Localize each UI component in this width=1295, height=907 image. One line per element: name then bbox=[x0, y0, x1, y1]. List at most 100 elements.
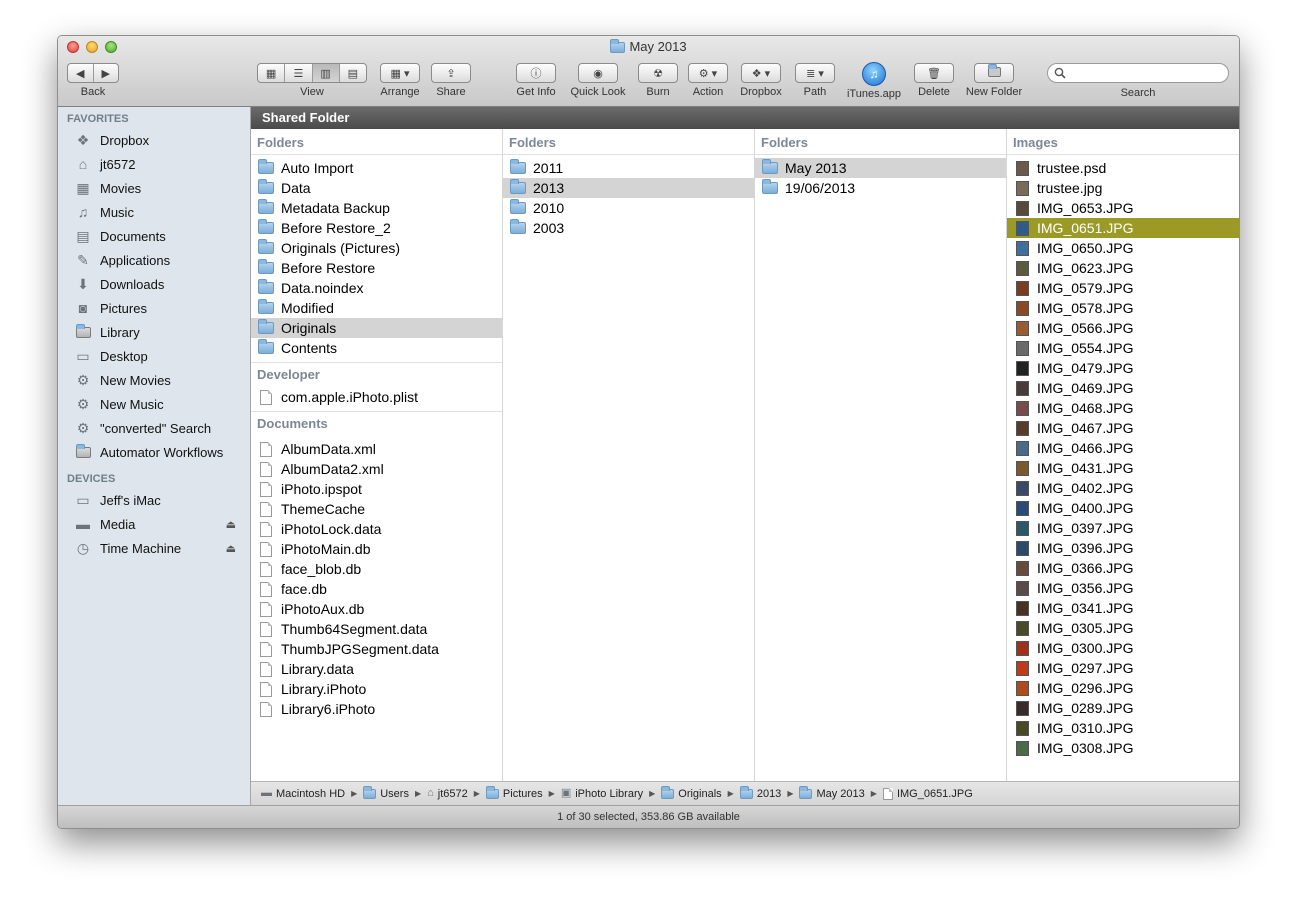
file-row[interactable]: iPhoto.ipspot bbox=[251, 479, 502, 499]
sidebar-item[interactable]: ◷ Time Machine ⏏ bbox=[58, 536, 250, 560]
file-row[interactable]: IMG_0396.JPG bbox=[1007, 538, 1239, 558]
file-row[interactable]: IMG_0305.JPG bbox=[1007, 618, 1239, 638]
column-2[interactable]: Folders 2011 2013 2010 2003 bbox=[503, 129, 755, 781]
sidebar-item[interactable]: Automator Workflows bbox=[58, 440, 250, 464]
file-row[interactable]: face.db bbox=[251, 579, 502, 599]
dropbox-button[interactable]: ❖ ▾ bbox=[741, 63, 781, 83]
file-row[interactable]: iPhotoMain.db bbox=[251, 539, 502, 559]
path-segment[interactable]: ⌂ jt6572 bbox=[427, 788, 468, 800]
file-row[interactable]: IMG_0402.JPG bbox=[1007, 478, 1239, 498]
icon-view-button[interactable]: ▦ bbox=[258, 64, 286, 82]
file-row[interactable]: IMG_0400.JPG bbox=[1007, 498, 1239, 518]
file-row[interactable]: ThemeCache bbox=[251, 499, 502, 519]
file-row[interactable]: IMG_0366.JPG bbox=[1007, 558, 1239, 578]
file-row[interactable]: IMG_0466.JPG bbox=[1007, 438, 1239, 458]
burn-button[interactable]: ☢ bbox=[638, 63, 678, 83]
action-button[interactable]: ⚙ ▾ bbox=[688, 63, 728, 83]
sidebar-item[interactable]: ⚙ New Movies bbox=[58, 368, 250, 392]
path-segment[interactable]: 2013 bbox=[739, 785, 781, 800]
folder-row[interactable]: Before Restore_2 bbox=[251, 218, 502, 238]
file-row[interactable]: IMG_0356.JPG bbox=[1007, 578, 1239, 598]
search-input[interactable] bbox=[1070, 66, 1224, 82]
sidebar-item[interactable]: ⬇ Downloads bbox=[58, 272, 250, 296]
folder-row[interactable]: Originals (Pictures) bbox=[251, 238, 502, 258]
file-row[interactable]: IMG_0554.JPG bbox=[1007, 338, 1239, 358]
get-info-button[interactable]: ⓘ bbox=[516, 63, 556, 83]
sidebar-item[interactable]: ▭ Jeff's iMac bbox=[58, 488, 250, 512]
file-row[interactable]: Library6.iPhoto bbox=[251, 699, 502, 719]
file-row[interactable]: IMG_0468.JPG bbox=[1007, 398, 1239, 418]
file-row[interactable]: AlbumData2.xml bbox=[251, 459, 502, 479]
column-3[interactable]: Folders May 2013 19/06/2013 bbox=[755, 129, 1007, 781]
folder-row[interactable]: 2011 bbox=[503, 158, 754, 178]
sidebar-item[interactable]: ▭ Desktop bbox=[58, 344, 250, 368]
file-row[interactable]: IMG_0579.JPG bbox=[1007, 278, 1239, 298]
file-row[interactable]: IMG_0310.JPG bbox=[1007, 718, 1239, 738]
share-button[interactable]: ⇪ bbox=[431, 63, 471, 83]
new-folder-button[interactable] bbox=[974, 63, 1014, 83]
back-button[interactable]: ◀ bbox=[68, 64, 94, 82]
file-row[interactable]: IMG_0308.JPG bbox=[1007, 738, 1239, 758]
folder-row[interactable]: Data.noindex bbox=[251, 278, 502, 298]
quick-look-button[interactable]: ◉ bbox=[578, 63, 618, 83]
path-segment[interactable]: ▣ iPhoto Library bbox=[561, 788, 643, 800]
file-row[interactable]: IMG_0566.JPG bbox=[1007, 318, 1239, 338]
file-row[interactable]: IMG_0297.JPG bbox=[1007, 658, 1239, 678]
folder-row[interactable]: Data bbox=[251, 178, 502, 198]
file-row[interactable]: IMG_0296.JPG bbox=[1007, 678, 1239, 698]
file-row[interactable]: face_blob.db bbox=[251, 559, 502, 579]
file-row[interactable]: IMG_0397.JPG bbox=[1007, 518, 1239, 538]
sidebar-item[interactable]: ♫ Music bbox=[58, 200, 250, 224]
folder-row[interactable]: Before Restore bbox=[251, 258, 502, 278]
folder-row[interactable]: 19/06/2013 bbox=[755, 178, 1006, 198]
file-row[interactable]: IMG_0623.JPG bbox=[1007, 258, 1239, 278]
file-row[interactable]: IMG_0653.JPG bbox=[1007, 198, 1239, 218]
folder-row[interactable]: Modified bbox=[251, 298, 502, 318]
file-row[interactable]: com.apple.iPhoto.plist bbox=[251, 387, 502, 407]
folder-row[interactable]: Originals bbox=[251, 318, 502, 338]
delete-button[interactable]: 🗑 bbox=[914, 63, 954, 83]
sidebar-item[interactable]: Library bbox=[58, 320, 250, 344]
folder-row[interactable]: Contents bbox=[251, 338, 502, 358]
folder-row[interactable]: 2003 bbox=[503, 218, 754, 238]
file-row[interactable]: IMG_0300.JPG bbox=[1007, 638, 1239, 658]
file-row[interactable]: IMG_0289.JPG bbox=[1007, 698, 1239, 718]
sidebar-item[interactable]: ❖ Dropbox bbox=[58, 128, 250, 152]
path-segment[interactable]: Users bbox=[363, 785, 409, 800]
file-row[interactable]: IMG_0650.JPG bbox=[1007, 238, 1239, 258]
column-4[interactable]: Images trustee.psd trustee.jpg IMG_0653.JP… bbox=[1007, 129, 1239, 781]
folder-row[interactable]: May 2013 bbox=[755, 158, 1006, 178]
file-row[interactable]: IMG_0479.JPG bbox=[1007, 358, 1239, 378]
file-row[interactable]: IMG_0341.JPG bbox=[1007, 598, 1239, 618]
sidebar-item[interactable]: ◙ Pictures bbox=[58, 296, 250, 320]
folder-row[interactable]: Metadata Backup bbox=[251, 198, 502, 218]
folder-row[interactable]: 2013 bbox=[503, 178, 754, 198]
file-row[interactable]: IMG_0467.JPG bbox=[1007, 418, 1239, 438]
file-row[interactable]: iPhotoAux.db bbox=[251, 599, 502, 619]
arrange-button[interactable]: ▦ ▾ bbox=[380, 63, 420, 83]
path-segment[interactable]: IMG_0651.JPG bbox=[882, 787, 973, 800]
file-row[interactable]: IMG_0578.JPG bbox=[1007, 298, 1239, 318]
file-row[interactable]: trustee.jpg bbox=[1007, 178, 1239, 198]
column-view-button[interactable]: ▥ bbox=[312, 64, 340, 82]
sidebar-item[interactable]: ⚙ "converted" Search bbox=[58, 416, 250, 440]
file-row[interactable]: Library.iPhoto bbox=[251, 679, 502, 699]
folder-row[interactable]: 2010 bbox=[503, 198, 754, 218]
file-row[interactable]: trustee.psd bbox=[1007, 158, 1239, 178]
path-segment[interactable]: May 2013 bbox=[799, 785, 865, 800]
sidebar-item[interactable]: ▦ Movies bbox=[58, 176, 250, 200]
sidebar-item[interactable]: ✎ Applications bbox=[58, 248, 250, 272]
file-row[interactable]: Thumb64Segment.data bbox=[251, 619, 502, 639]
sidebar-item[interactable]: ▤ Documents bbox=[58, 224, 250, 248]
file-row[interactable]: IMG_0469.JPG bbox=[1007, 378, 1239, 398]
path-button[interactable]: ≣ ▾ bbox=[795, 63, 835, 83]
eject-icon[interactable]: ⏏ bbox=[226, 542, 236, 555]
file-row[interactable]: iPhotoLock.data bbox=[251, 519, 502, 539]
forward-button[interactable]: ▶ bbox=[94, 64, 119, 82]
eject-icon[interactable]: ⏏ bbox=[226, 518, 236, 531]
column-1[interactable]: Folders Auto Import Data Metadata Backup Be… bbox=[251, 129, 503, 781]
path-segment[interactable]: Pictures bbox=[485, 785, 543, 800]
file-row[interactable]: Library.data bbox=[251, 659, 502, 679]
itunes-icon[interactable]: ♫ bbox=[862, 62, 886, 86]
coverflow-view-button[interactable]: ▤ bbox=[340, 64, 366, 82]
